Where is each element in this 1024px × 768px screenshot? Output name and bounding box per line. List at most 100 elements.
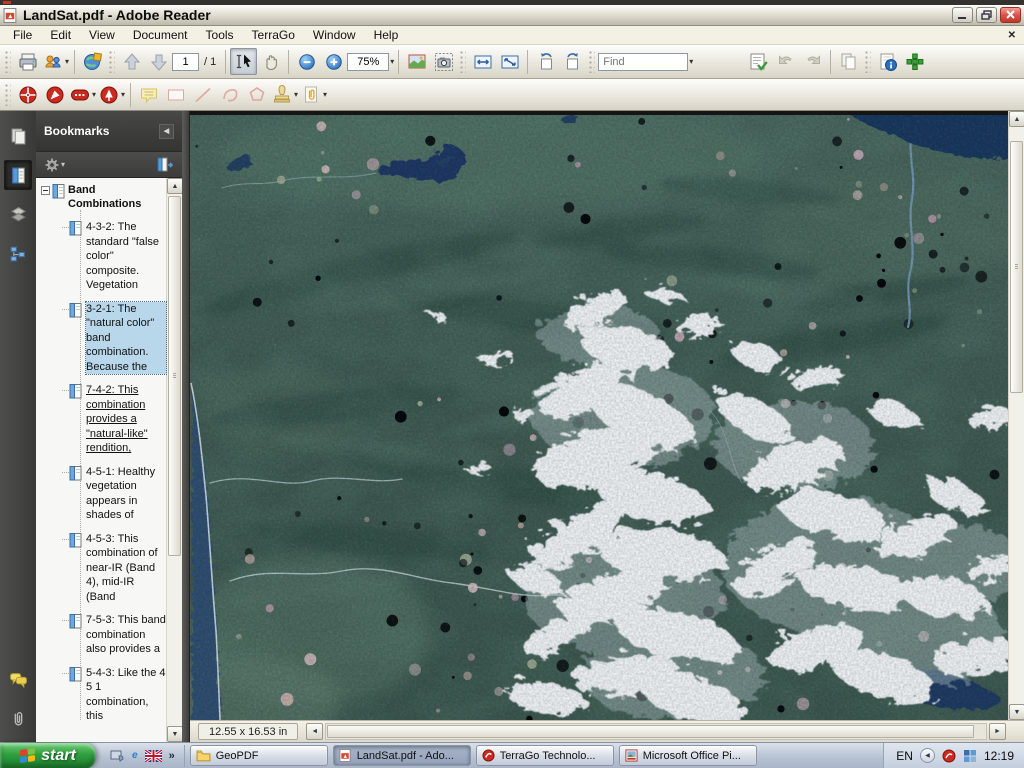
window-titlebar[interactable]: LandSat.pdf - Adobe Reader xyxy=(0,5,1024,26)
previous-view-button[interactable] xyxy=(772,48,799,75)
page-display-button[interactable] xyxy=(403,48,430,75)
polygon-tool-button[interactable] xyxy=(243,81,270,108)
scroll-down-button[interactable]: ▼ xyxy=(1009,704,1024,720)
zoom-dropdown-icon[interactable]: ▾ xyxy=(390,57,394,66)
geo-measure-dropdown-icon[interactable]: ▾ xyxy=(92,90,96,99)
toolbar-grip[interactable] xyxy=(460,51,466,73)
toolbar-grip[interactable] xyxy=(865,51,871,73)
vertical-scrollbar-thumb[interactable] xyxy=(1010,141,1023,393)
bookmark-item-label[interactable]: 3-2-1: The "natural color" band combinat… xyxy=(86,302,166,375)
bookmarks-scrollbar-thumb[interactable] xyxy=(168,196,181,556)
geo-locate-button[interactable] xyxy=(14,81,41,108)
language-indicator[interactable]: EN xyxy=(896,749,913,763)
next-view-button[interactable] xyxy=(799,48,826,75)
taskbar-button-office-picture[interactable]: Microsoft Office Pi... xyxy=(619,745,757,766)
geospatial-tool-button[interactable] xyxy=(79,48,106,75)
fit-page-button[interactable] xyxy=(496,48,523,75)
zoom-level-input[interactable] xyxy=(347,53,389,71)
tray-collapse-icon[interactable]: ◀ xyxy=(920,748,935,763)
language-flag-icon[interactable] xyxy=(145,750,162,762)
toolbar-grip[interactable] xyxy=(5,84,11,106)
bookmark-item[interactable]: 7-4-2: This combination provides a "natu… xyxy=(36,383,166,456)
tray-terrago-icon[interactable] xyxy=(942,749,956,763)
fit-width-button[interactable] xyxy=(469,48,496,75)
bookmarks-panel-button[interactable] xyxy=(4,160,32,190)
toolbar-grip[interactable] xyxy=(589,51,595,73)
text-box-button[interactable] xyxy=(162,81,189,108)
zoom-out-button[interactable] xyxy=(293,48,320,75)
show-desktop-icon[interactable] xyxy=(109,748,125,764)
find-input[interactable] xyxy=(598,53,688,71)
vertical-scrollbar[interactable]: ▲ ▼ xyxy=(1008,111,1024,720)
current-bookmark-icon[interactable] xyxy=(156,157,174,173)
hand-tool-button[interactable] xyxy=(257,48,284,75)
internet-explorer-icon[interactable]: e xyxy=(132,750,138,761)
bookmark-item-label[interactable]: 5-4-3: Like the 4 5 1 combination, this xyxy=(86,666,166,724)
line-tool-button[interactable] xyxy=(189,81,216,108)
sticky-note-button[interactable] xyxy=(135,81,162,108)
bookmark-item[interactable]: 4-3-2: The standard "false color" compos… xyxy=(36,220,166,293)
minimize-button[interactable] xyxy=(952,7,973,23)
document-properties-button[interactable] xyxy=(874,48,901,75)
taskbar-button-landsat[interactable]: LandSat.pdf - Ado... xyxy=(333,745,471,766)
bookmarks-scrollbar[interactable]: ▲ ▼ xyxy=(166,178,182,742)
menu-edit[interactable]: Edit xyxy=(41,26,80,44)
rotate-clockwise-button[interactable] xyxy=(559,48,586,75)
toolbar-grip[interactable] xyxy=(109,51,115,73)
page-number-input[interactable] xyxy=(172,53,199,71)
zoom-in-button[interactable] xyxy=(320,48,347,75)
cloud-tool-button[interactable] xyxy=(216,81,243,108)
snapshot-button[interactable] xyxy=(430,48,457,75)
geo-north-button[interactable] xyxy=(41,81,68,108)
scroll-right-button[interactable]: ► xyxy=(989,723,1006,740)
pages-panel-button[interactable] xyxy=(4,121,32,151)
taskbar-button-geopdf[interactable]: GeoPDF xyxy=(190,745,328,766)
quick-launch-overflow-icon[interactable]: » xyxy=(169,750,175,762)
bookmark-item[interactable]: 4-5-3: This combination of near-IR (Band… xyxy=(36,532,166,605)
spellcheck-button[interactable] xyxy=(745,48,772,75)
scroll-left-button[interactable]: ◄ xyxy=(306,723,323,740)
layers-panel-button[interactable] xyxy=(4,199,32,229)
geo-gps-button[interactable]: ▾ xyxy=(97,81,126,108)
rotate-counterclockwise-button[interactable] xyxy=(532,48,559,75)
select-tool-button[interactable] xyxy=(230,48,257,75)
options-gear-icon[interactable] xyxy=(44,157,60,173)
collaborate-button[interactable]: ▾ xyxy=(41,48,70,75)
collapse-node-icon[interactable] xyxy=(41,186,50,195)
bookmark-item[interactable]: 4-5-1: Healthy vegetation appears in sha… xyxy=(36,465,166,523)
document-close-icon[interactable]: ✕ xyxy=(1008,30,1016,41)
bookmark-root-label[interactable]: Band Combinations xyxy=(68,183,164,211)
collaborate-dropdown-icon[interactable]: ▾ xyxy=(65,57,69,66)
bookmark-item-label[interactable]: 4-3-2: The standard "false color" compos… xyxy=(86,220,166,293)
bookmark-item[interactable]: 5-4-3: Like the 4 5 1 combination, this xyxy=(36,666,166,724)
toolbar-grip[interactable] xyxy=(5,51,11,73)
bookmark-item-label[interactable]: 4-5-1: Healthy vegetation appears in sha… xyxy=(86,465,166,523)
landsat-satellite-image[interactable] xyxy=(190,111,1008,720)
next-page-button[interactable] xyxy=(145,48,172,75)
collapse-panel-button[interactable]: ◀ xyxy=(159,124,174,139)
print-button[interactable] xyxy=(14,48,41,75)
taskbar-button-terrago[interactable]: TerraGo Technolo... xyxy=(476,745,614,766)
bookmark-item-selected[interactable]: 3-2-1: The "natural color" band combinat… xyxy=(36,302,166,375)
terrago-toolbar-button[interactable] xyxy=(901,48,928,75)
attachments-panel-button[interactable] xyxy=(4,703,32,733)
menu-document[interactable]: Document xyxy=(124,26,197,44)
bookmark-item[interactable]: 7-5-3: This band combination also provid… xyxy=(36,613,166,657)
restore-button[interactable] xyxy=(976,7,997,23)
scroll-up-button[interactable]: ▲ xyxy=(1009,111,1024,127)
menu-help[interactable]: Help xyxy=(365,26,408,44)
geo-gps-dropdown-icon[interactable]: ▾ xyxy=(121,90,125,99)
close-button[interactable] xyxy=(1000,7,1021,23)
bookmark-item-label[interactable]: 7-4-2: This combination provides a "natu… xyxy=(86,383,166,456)
attach-file-button[interactable]: ▾ xyxy=(299,81,328,108)
tray-windows-icon[interactable] xyxy=(963,749,977,763)
bookmark-item-label[interactable]: 4-5-3: This combination of near-IR (Band… xyxy=(86,532,166,605)
menu-window[interactable]: Window xyxy=(304,26,365,44)
scroll-up-button[interactable]: ▲ xyxy=(167,178,182,194)
previous-page-button[interactable] xyxy=(118,48,145,75)
panel-splitter[interactable] xyxy=(182,111,190,742)
document-page[interactable] xyxy=(190,111,1008,720)
scroll-down-button[interactable]: ▼ xyxy=(167,726,182,742)
bookmark-root-row[interactable]: Band Combinations xyxy=(36,183,166,211)
horizontal-scrollbar[interactable] xyxy=(325,723,987,740)
